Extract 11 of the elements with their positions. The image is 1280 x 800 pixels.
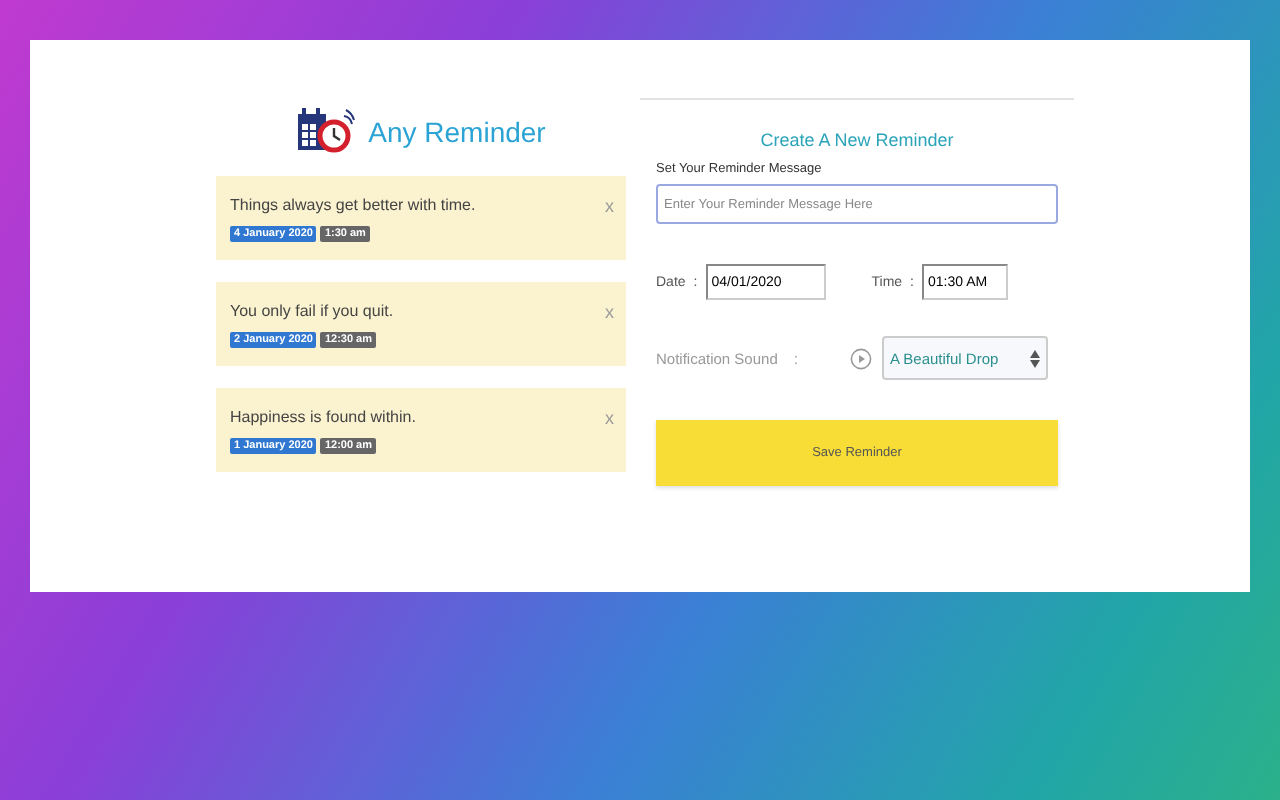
close-button[interactable]: x	[605, 196, 614, 216]
close-button[interactable]: x	[605, 408, 614, 428]
reminder-message: Happiness is found within.	[230, 407, 416, 425]
play-icon[interactable]	[849, 347, 872, 369]
calendar-alarm-clock-icon	[296, 106, 357, 158]
app-title: Any Reminder	[368, 116, 546, 148]
up-down-arrows-icon	[1029, 349, 1040, 367]
reminder-message: You only fail if you quit.	[230, 301, 394, 319]
form-title: Create A New Reminder	[758, 130, 956, 150]
reminder-message: Things always get better with time.	[230, 195, 476, 213]
close-button[interactable]: x	[605, 302, 614, 322]
